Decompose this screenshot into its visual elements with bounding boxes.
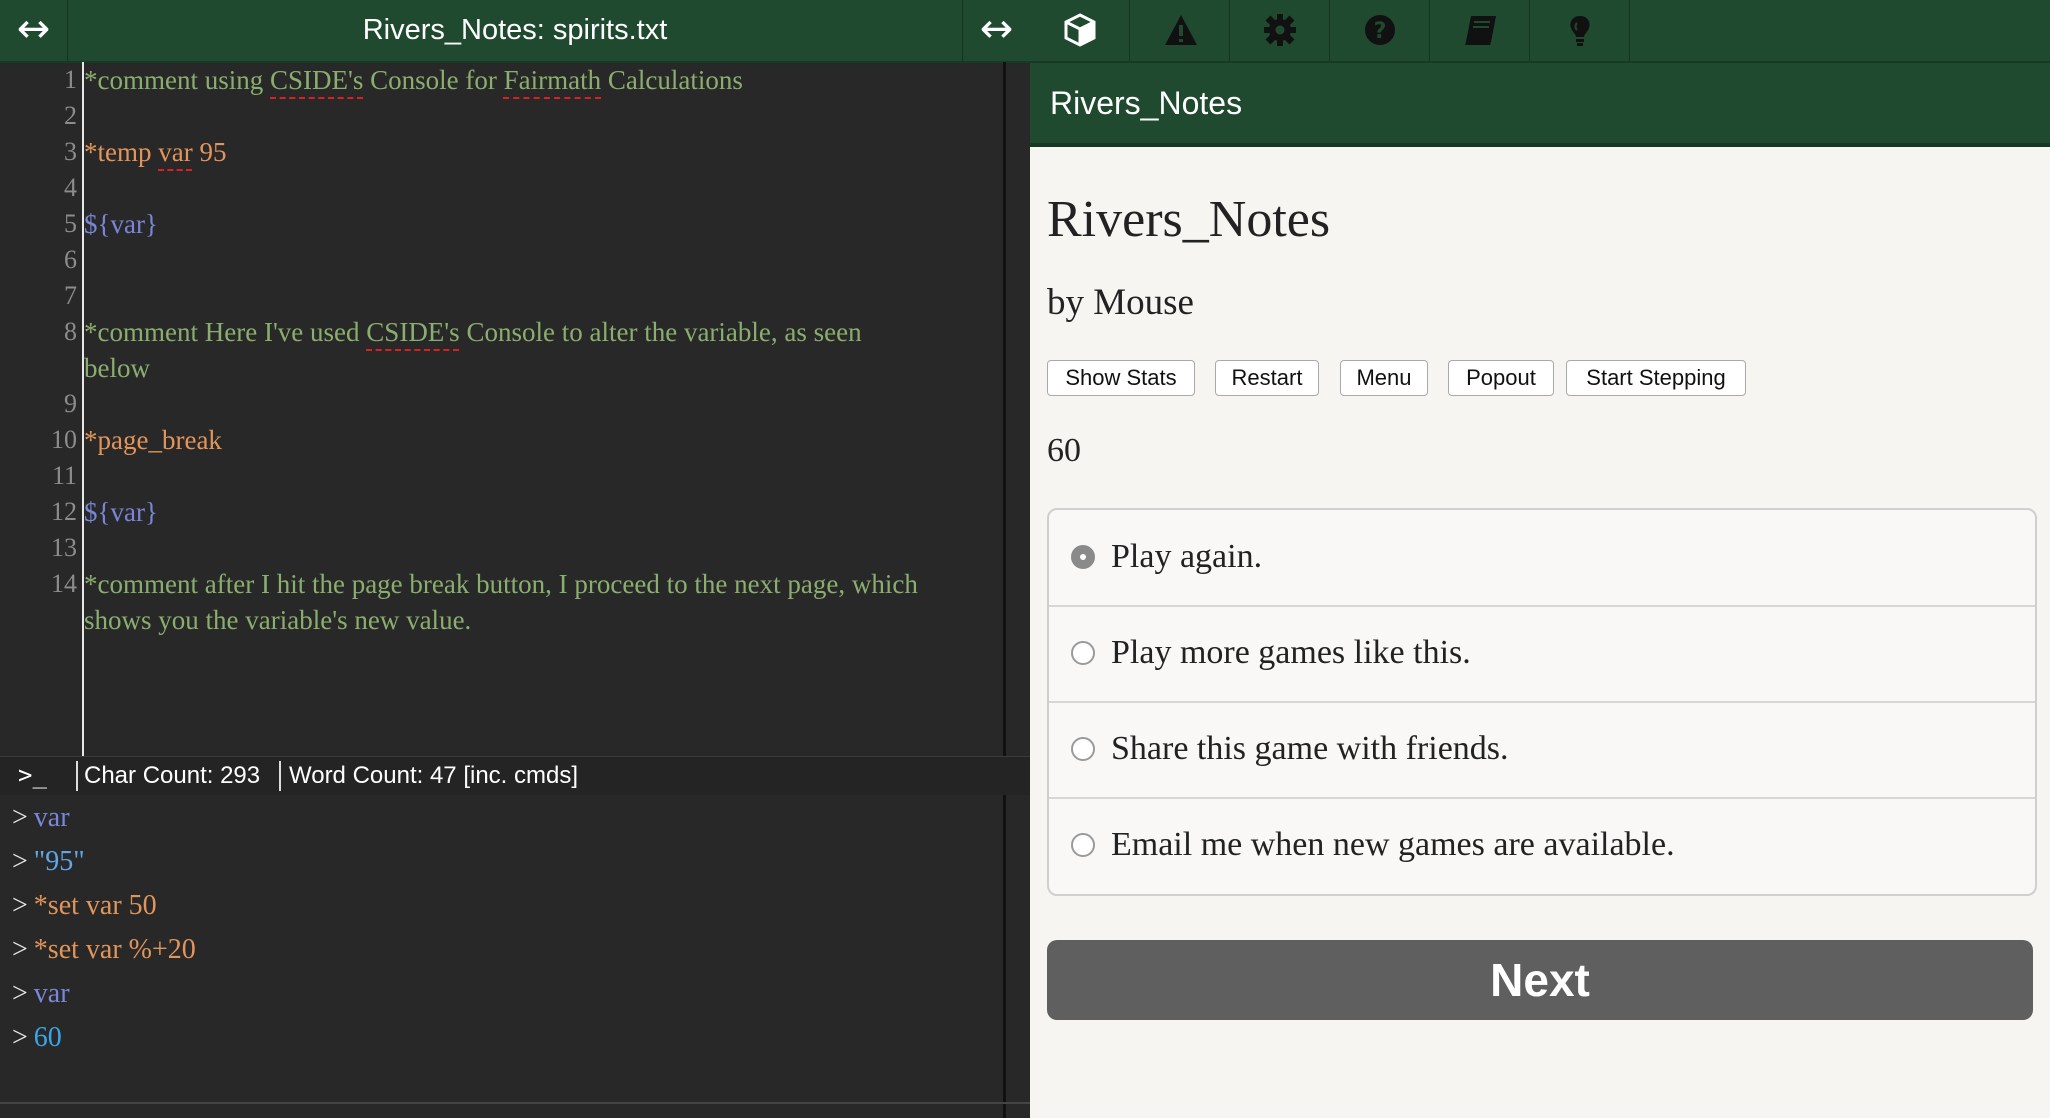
radio-button[interactable] <box>1071 833 1095 857</box>
code-line[interactable]: ${var} <box>84 206 984 242</box>
spellcheck-word[interactable]: Fairmath <box>504 65 601 95</box>
game-author: by Mouse <box>1047 282 1194 323</box>
console-entry: >60 <box>12 1018 62 1058</box>
console-entry: > var <box>12 798 70 838</box>
book-icon[interactable] <box>1430 0 1530 61</box>
choice-email-me[interactable]: Email me when new games are available. <box>1049 798 2035 893</box>
warning-icon[interactable] <box>1130 0 1230 61</box>
start-stepping-button[interactable]: Start Stepping <box>1566 360 1746 396</box>
editor-title: Rivers_Notes: spirits.txt <box>362 14 668 46</box>
restart-button[interactable]: Restart <box>1215 360 1319 396</box>
svg-text:?: ? <box>1374 19 1387 44</box>
choice-share-game[interactable]: Share this game with friends. <box>1049 702 2035 799</box>
choice-label: Play again. <box>1111 538 1263 575</box>
show-stats-button[interactable]: Show Stats <box>1047 360 1195 396</box>
console-entry: > *set var %+20 <box>12 930 196 970</box>
code-editor[interactable]: 1 2 3 4 5 6 7 8 9 10 11 12 13 14 *commen… <box>0 62 1005 756</box>
editor-pane: ↔ Rivers_Notes: spirits.txt ↔ 1 2 3 4 5 … <box>0 0 1030 1118</box>
spellcheck-word[interactable]: CSIDE's <box>270 65 363 95</box>
game-pane: ? Rivers_Notes Rivers_Notes by Mouse Sho… <box>1030 0 2050 1118</box>
choice-list: Play again. Play more games like this. S… <box>1047 508 2037 896</box>
console-prompt: > <box>12 1022 28 1053</box>
line-number: 7 <box>64 281 77 310</box>
line-number: 6 <box>64 245 77 274</box>
code-line[interactable]: *comment Here I've used CSIDE's Console … <box>84 314 904 386</box>
line-number: 2 <box>64 101 77 130</box>
status-bar: >_ Char Count: 293 Word Count: 47 [inc. … <box>0 756 1030 795</box>
console-divider <box>0 1102 1030 1104</box>
code-line[interactable]: *temp var 95 <box>84 134 984 170</box>
console-entry: > var <box>12 974 70 1014</box>
game-header-title: Rivers_Notes <box>1050 85 1243 121</box>
console-entry: > *set var 50 <box>12 886 157 926</box>
radio-button[interactable] <box>1071 641 1095 665</box>
radio-button[interactable] <box>1071 737 1095 761</box>
console-output: > var > "95" > *set var 50 > *set var %+20 >… <box>0 794 1003 1104</box>
line-number: 9 <box>64 389 77 418</box>
cube-icon[interactable] <box>1030 0 1130 61</box>
game-header: Rivers_Notes <box>1030 63 2050 147</box>
toolbar: ? <box>1030 0 2050 63</box>
line-number: 3 <box>64 137 77 166</box>
line-number: 10 <box>51 425 77 454</box>
console-entry-text: *set var 50 <box>33 890 157 921</box>
choice-label: Play more games like this. <box>1111 634 1471 671</box>
console-entry-text: 60 <box>33 1022 62 1053</box>
char-count: Char Count: 293 <box>76 761 260 791</box>
spellcheck-word[interactable]: var <box>158 137 192 167</box>
line-number: 13 <box>51 533 77 562</box>
line-number-gutter: 1 2 3 4 5 6 7 8 9 10 11 12 13 14 <box>0 62 84 756</box>
expand-left-icon[interactable]: ↔ <box>0 0 68 61</box>
console-prompt: > <box>12 890 28 921</box>
console-prompt: > <box>12 846 28 877</box>
line-number: 5 <box>64 209 77 238</box>
code-line[interactable]: ${var} <box>84 494 984 530</box>
word-count: Word Count: 47 [inc. cmds] <box>279 761 578 791</box>
help-icon[interactable]: ? <box>1330 0 1430 61</box>
line-number: 12 <box>51 497 77 526</box>
console-icon[interactable]: >_ <box>18 757 47 794</box>
editor-header: ↔ Rivers_Notes: spirits.txt ↔ <box>0 0 1030 63</box>
gear-icon[interactable] <box>1230 0 1330 61</box>
choice-label: Share this game with friends. <box>1111 730 1509 767</box>
console-prompt: > <box>12 802 28 833</box>
code-line[interactable]: *comment using CSIDE's Console for Fairm… <box>84 62 984 98</box>
editor-divider[interactable] <box>1003 62 1006 1118</box>
console-entry-text: var <box>33 802 70 833</box>
code-line[interactable]: *comment after I hit the page break butt… <box>84 566 974 638</box>
game-output-value: 60 <box>1047 432 1081 469</box>
console-entry: > "95" <box>12 842 85 882</box>
popout-button[interactable]: Popout <box>1448 360 1554 396</box>
radio-button[interactable] <box>1071 545 1095 569</box>
console-prompt: > <box>12 934 28 965</box>
console-prompt: > <box>12 978 28 1009</box>
line-number: 8 <box>64 317 77 346</box>
choice-label: Email me when new games are available. <box>1111 826 1675 863</box>
game-title: Rivers_Notes <box>1047 191 1331 248</box>
menu-button[interactable]: Menu <box>1340 360 1428 396</box>
console-entry-text: var <box>33 978 70 1009</box>
line-number: 11 <box>51 461 77 490</box>
line-number: 1 <box>64 65 77 94</box>
console-entry-text: "95" <box>33 846 85 877</box>
line-number: 4 <box>64 173 77 202</box>
lightbulb-icon[interactable] <box>1530 0 1630 61</box>
console-entry-text: *set var %+20 <box>33 934 196 965</box>
choice-play-again[interactable]: Play again. <box>1049 510 2035 607</box>
line-number: 14 <box>51 569 77 598</box>
next-button[interactable]: Next <box>1047 940 2033 1020</box>
code-line[interactable]: *page_break <box>84 422 984 458</box>
expand-right-icon[interactable]: ↔ <box>962 0 1030 61</box>
spellcheck-word[interactable]: CSIDE's <box>366 317 459 347</box>
choice-play-more-games[interactable]: Play more games like this. <box>1049 606 2035 703</box>
